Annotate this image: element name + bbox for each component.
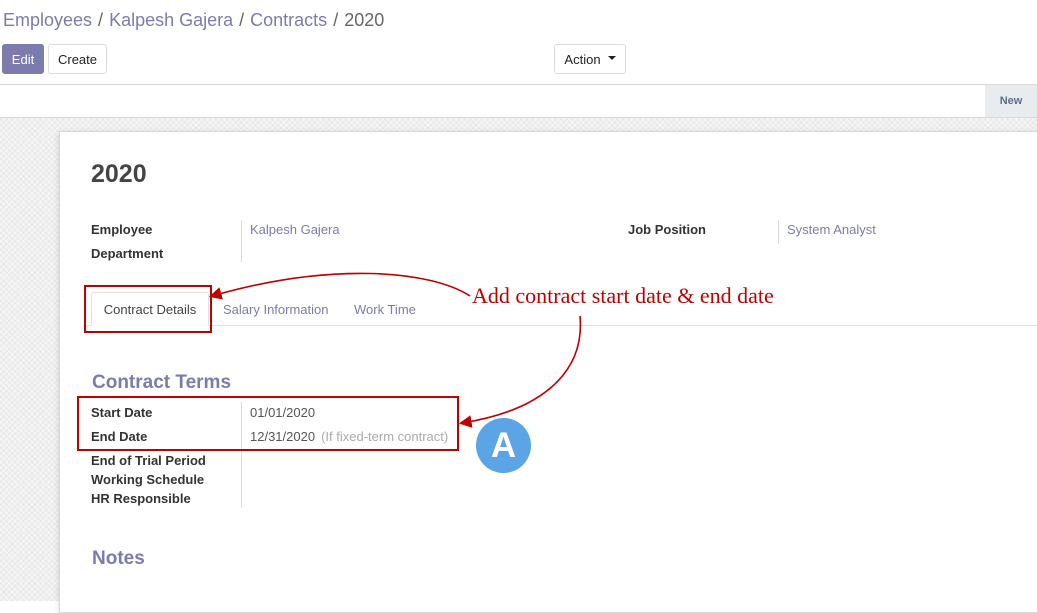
arrow-to-dates [458,315,582,428]
step-badge: A [476,418,531,473]
arrow-to-tab [208,272,471,300]
annotation-text: Add contract start date & end date [472,283,774,308]
